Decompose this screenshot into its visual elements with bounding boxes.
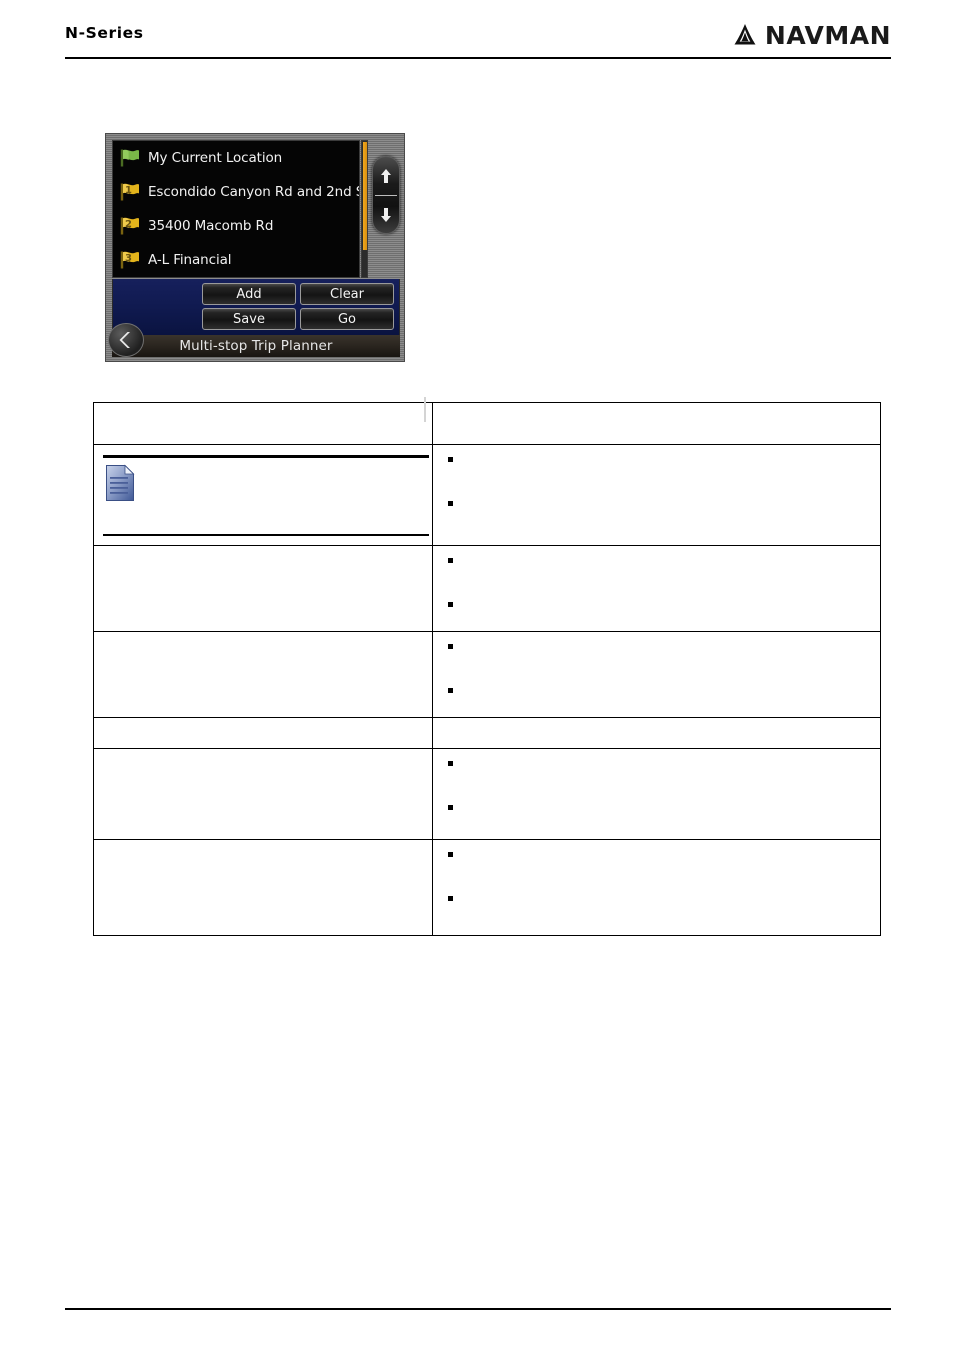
waypoint-list[interactable]: My Current Location 1 Escondido Canyon R… <box>112 140 360 278</box>
green-flag-icon <box>119 148 141 168</box>
table-row <box>93 748 881 840</box>
bullet-item <box>445 640 870 654</box>
table-row <box>93 839 881 936</box>
list-item[interactable]: 1 Escondido Canyon Rd and 2nd S <box>113 175 359 209</box>
header-divider <box>65 57 891 59</box>
cell-text <box>94 840 432 856</box>
yellow-flag-icon: 1 <box>119 182 141 202</box>
table-cell-text <box>432 717 881 749</box>
gps-device-screenshot: My Current Location 1 Escondido Canyon R… <box>105 133 405 362</box>
table-cell-note <box>93 444 433 546</box>
table-row <box>93 545 881 632</box>
table-row <box>93 717 881 749</box>
table-row <box>93 444 881 546</box>
bullet-item <box>445 598 870 612</box>
waypoint-label: Escondido Canyon Rd and 2nd S <box>148 184 360 200</box>
table-cell-label <box>93 545 433 632</box>
waypoint-label: A-L Financial <box>148 252 232 268</box>
yellow-flag-icon: 2 <box>119 216 141 236</box>
document-note-icon <box>106 464 135 501</box>
clear-button[interactable]: Clear <box>300 283 394 305</box>
navman-wordmark: NAVMAN <box>764 20 891 50</box>
back-button[interactable] <box>108 323 144 357</box>
bullet-list <box>445 757 870 815</box>
table-header-label-1 <box>94 397 432 422</box>
table-cell-label <box>93 631 433 718</box>
table-cell-label <box>93 717 433 749</box>
scrollbar-thumb[interactable] <box>363 142 367 250</box>
list-item[interactable]: 2 35400 Macomb Rd <box>113 209 359 243</box>
footer-divider <box>65 1308 891 1310</box>
navman-logo: NAVMAN <box>732 22 891 48</box>
bullet-list-wrap <box>433 840 880 914</box>
table-cell-bullets <box>432 748 881 840</box>
device-title: Multi-stop Trip Planner <box>179 338 333 354</box>
bullet-item <box>445 497 870 511</box>
cell-text <box>94 718 432 734</box>
table-cell-bullets <box>432 839 881 936</box>
cell-text <box>94 546 432 562</box>
table-cell-bullets <box>432 545 881 632</box>
scroll-down-button[interactable] <box>373 196 399 234</box>
list-scrollbar[interactable] <box>361 140 368 278</box>
table-header-row <box>93 397 881 445</box>
bullet-item <box>445 684 870 698</box>
table-cell-bullets <box>432 631 881 718</box>
navman-triangle-icon <box>734 24 756 45</box>
note-body <box>94 458 432 534</box>
bullet-item <box>445 757 870 771</box>
device-screen: My Current Location 1 Escondido Canyon R… <box>108 140 400 357</box>
cell-text <box>433 718 880 734</box>
bullet-list-wrap <box>433 749 880 823</box>
bullet-item <box>445 801 870 815</box>
bullet-list <box>445 848 870 906</box>
cell-text <box>94 632 432 648</box>
table-cell-bullets <box>432 444 881 546</box>
bullet-list-wrap <box>433 546 880 620</box>
cell-text <box>94 749 432 765</box>
device-title-bar: Multi-stop Trip Planner <box>112 335 400 357</box>
scroll-up-button[interactable] <box>373 157 399 195</box>
device-button-panel: Add Clear Save Go <box>112 279 400 335</box>
go-button[interactable]: Go <box>300 308 394 330</box>
yellow-flag-icon: 3 <box>119 250 141 270</box>
bullet-item <box>445 848 870 862</box>
note-block <box>94 445 432 536</box>
bullet-item <box>445 453 870 467</box>
list-item[interactable]: 3 A-L Financial <box>113 243 359 277</box>
table-header-cell-1 <box>93 397 433 445</box>
save-button[interactable]: Save <box>202 308 296 330</box>
table-cell-label <box>93 839 433 936</box>
table-row <box>93 631 881 718</box>
content-table <box>93 397 881 936</box>
list-item[interactable]: My Current Location <box>113 141 359 175</box>
page-header: N-Series NAVMAN <box>65 22 891 60</box>
bullet-item <box>445 892 870 906</box>
back-chevron-icon <box>119 332 130 348</box>
table-cell-label <box>93 748 433 840</box>
add-button[interactable]: Add <box>202 283 296 305</box>
note-rule-bottom <box>103 534 429 536</box>
arrow-down-icon <box>381 208 391 222</box>
table-header-cell-2 <box>432 402 881 445</box>
table-header-label-2 <box>433 403 880 416</box>
scroll-buttons[interactable] <box>372 156 400 234</box>
bullet-list-wrap <box>433 632 880 706</box>
page-title: N-Series <box>65 24 144 42</box>
bullet-list <box>445 554 870 612</box>
bullet-list-wrap <box>433 445 880 519</box>
waypoint-label: 35400 Macomb Rd <box>148 218 274 234</box>
arrow-up-icon <box>381 169 391 183</box>
bullet-item <box>445 554 870 568</box>
waypoint-label: My Current Location <box>148 150 283 166</box>
bullet-list <box>445 453 870 511</box>
bullet-list <box>445 640 870 698</box>
